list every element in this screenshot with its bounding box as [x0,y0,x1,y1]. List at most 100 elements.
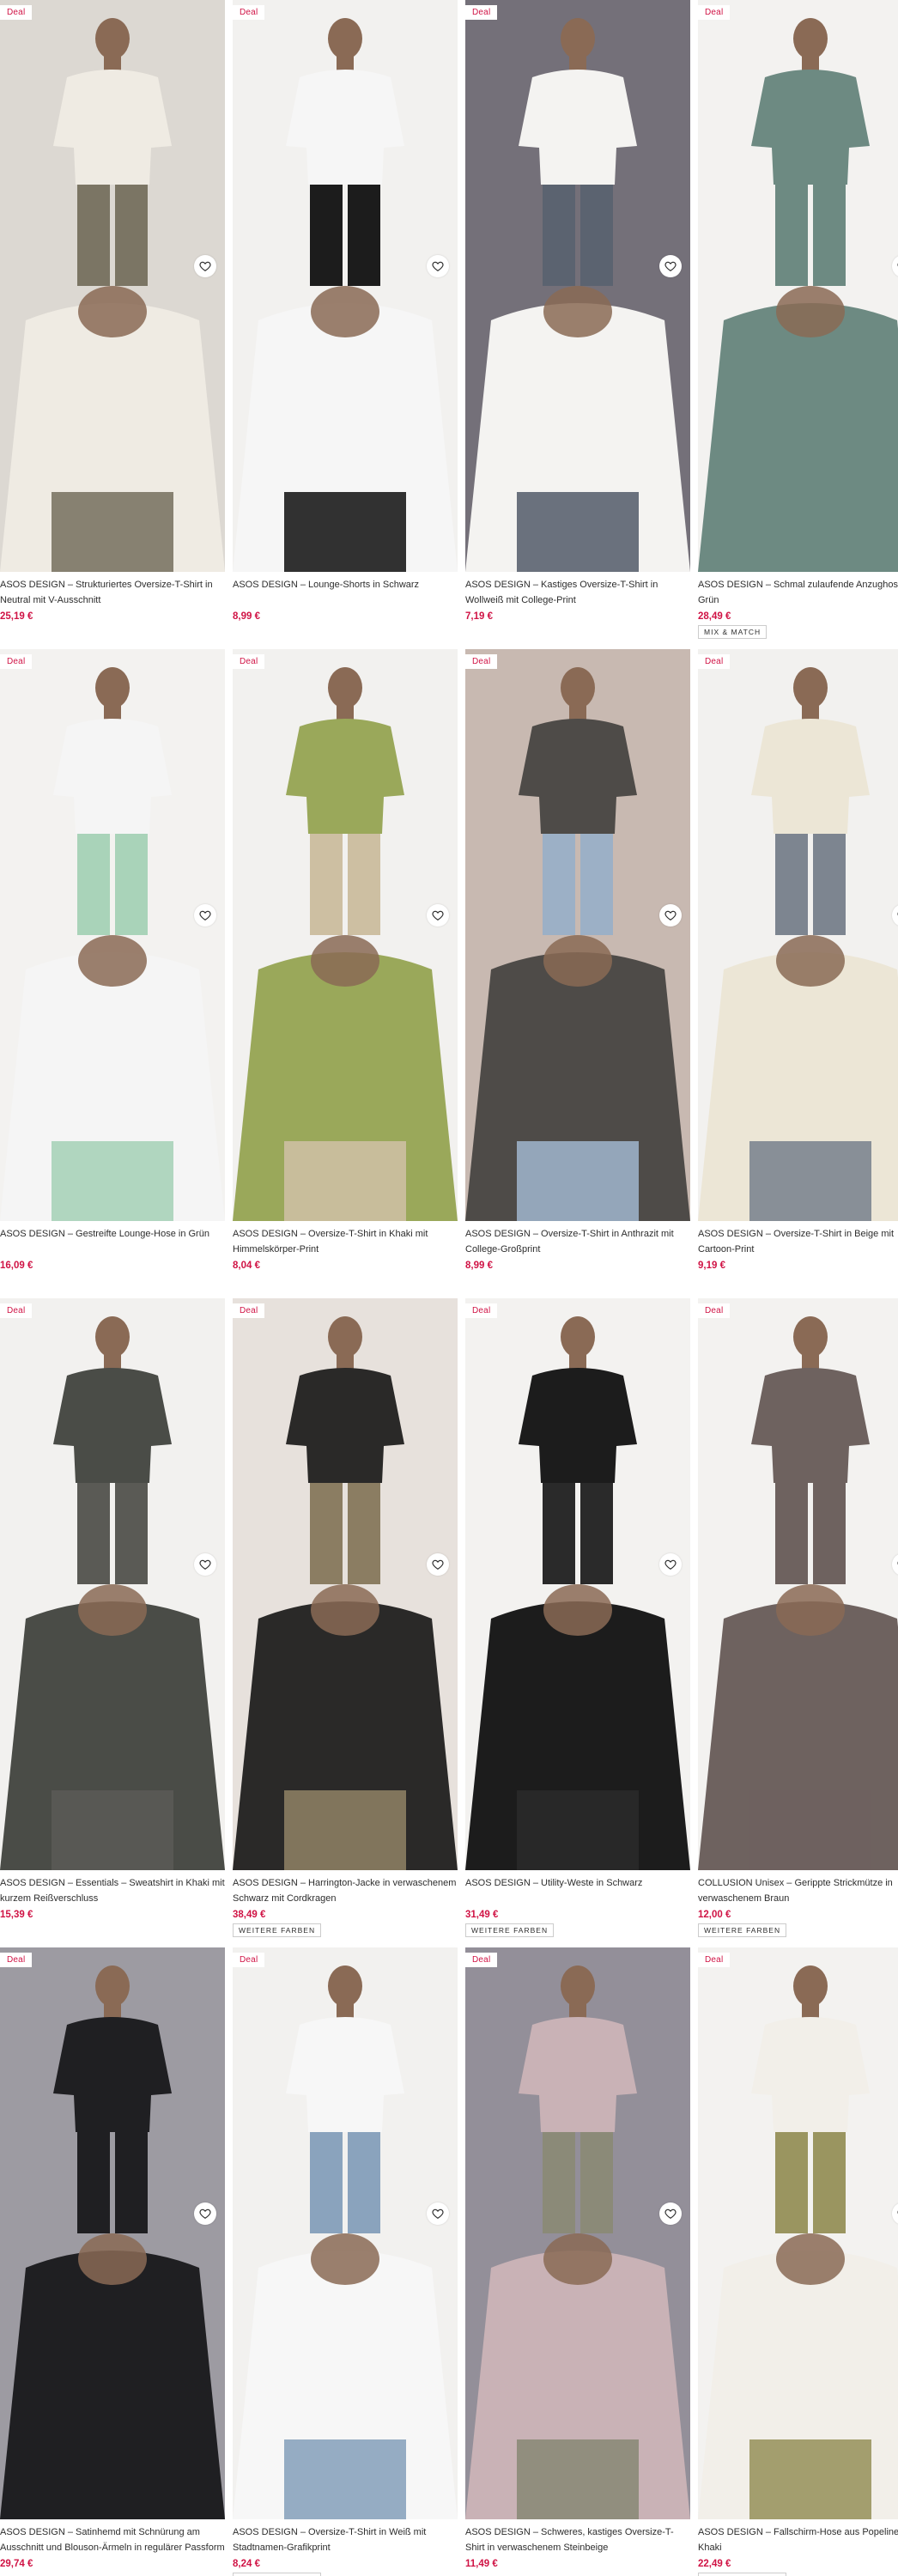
product-title[interactable]: ASOS DESIGN – Harrington-Jacke in verwas… [233,1875,458,1906]
product-price: 8,99 € [465,1261,493,1271]
product-info: ASOS DESIGN – Lounge-Shorts in Schwarz 8,… [233,577,458,622]
save-for-later-button[interactable] [194,1553,216,1576]
product-info: ASOS DESIGN – Schweres, kastiges Oversiz… [465,2524,690,2569]
product-price: 25,19 € [0,611,33,622]
product-title[interactable]: ASOS DESIGN – Oversize-T-Shirt in Anthra… [465,1226,690,1257]
deal-badge: Deal [0,1303,33,1318]
product-image-secondary[interactable] [233,935,458,1221]
deal-badge: Deal [698,1303,731,1318]
product-title[interactable]: ASOS DESIGN – Schmal zulaufende Anzughos… [698,577,898,608]
product-info: ASOS DESIGN – Utility-Weste in Schwarz 31… [465,1875,690,1937]
product-title[interactable]: ASOS DESIGN – Strukturiertes Oversize-T-… [0,577,225,608]
deal-badge: Deal [0,654,33,669]
product-image-primary[interactable]: Deal [0,0,225,286]
product-title[interactable]: ASOS DESIGN – Kastiges Oversize-T-Shirt … [465,577,690,608]
product-image-secondary[interactable] [233,2233,458,2519]
product-info: ASOS DESIGN – Satinhemd mit Schnürung am… [0,2524,225,2569]
product-tag[interactable]: WEITERE FARBEN [233,1923,322,1937]
product-image-secondary[interactable] [698,1584,898,1870]
save-for-later-button[interactable] [659,255,682,277]
deal-badge: Deal [698,1953,731,1967]
product-price: 12,00 € [698,1910,731,1920]
product-title[interactable]: COLLUSION Unisex – Gerippte Strickmütze … [698,1875,898,1906]
product-image-secondary[interactable] [465,2233,690,2519]
deal-badge: Deal [233,654,265,669]
product-image-primary[interactable]: Deal [233,1947,458,2233]
product-image-primary[interactable]: Deal [0,1947,225,2233]
product-image-secondary[interactable] [465,935,690,1221]
product-title[interactable]: ASOS DESIGN – Schweres, kastiges Oversiz… [465,2524,690,2555]
product-title[interactable]: ASOS DESIGN – Fallschirm-Hose aus Popeli… [698,2524,898,2555]
product-image-secondary[interactable] [233,286,458,572]
heart-icon [199,910,211,920]
product-image-primary[interactable]: Deal [698,0,898,286]
save-for-later-button[interactable] [427,2202,449,2225]
product-image-primary[interactable]: Deal [465,0,690,286]
product-image-primary[interactable]: Deal [0,1298,225,1584]
product-image-primary[interactable]: Deal [233,649,458,935]
save-for-later-button[interactable] [659,904,682,927]
product-image-secondary[interactable] [698,2233,898,2519]
product-title[interactable]: ASOS DESIGN – Satinhemd mit Schnürung am… [0,2524,225,2555]
product-title[interactable]: ASOS DESIGN – Oversize-T-Shirt in Weiß m… [233,2524,458,2555]
save-for-later-button[interactable] [427,255,449,277]
product-image-secondary[interactable] [465,286,690,572]
product-price: 7,19 € [465,611,493,622]
product-info: ASOS DESIGN – Oversize-T-Shirt in Beige … [698,1226,898,1271]
product-info: ASOS DESIGN – Oversize-T-Shirt in Weiß m… [233,2524,458,2576]
save-for-later-button[interactable] [427,904,449,927]
product-image-primary[interactable]: Deal [233,1298,458,1584]
product-price: 9,19 € [698,1261,725,1271]
deal-badge: Deal [233,1303,265,1318]
product-price: 22,49 € [698,2559,731,2569]
product-image-primary[interactable]: Deal [698,1947,898,2233]
product-image-primary[interactable]: Deal [465,1298,690,1584]
product-image-secondary[interactable] [698,935,898,1221]
save-for-later-button[interactable] [194,2202,216,2225]
product-title[interactable]: ASOS DESIGN – Lounge-Shorts in Schwarz [233,577,458,608]
product-price: 8,99 € [233,611,260,622]
heart-icon [432,261,444,271]
product-info: ASOS DESIGN – Kastiges Oversize-T-Shirt … [465,577,690,622]
product-title[interactable]: ASOS DESIGN – Utility-Weste in Schwarz [465,1875,690,1906]
product-tag[interactable]: MIX & MATCH [698,625,768,639]
heart-icon [432,910,444,920]
product-image-primary[interactable]: Deal [233,0,458,286]
product-tag[interactable]: WEITERE FARBEN [233,2573,322,2576]
product-info: ASOS DESIGN – Schmal zulaufende Anzughos… [698,577,898,639]
save-for-later-button[interactable] [427,1553,449,1576]
product-price: 15,39 € [0,1910,33,1920]
product-title[interactable]: ASOS DESIGN – Oversize-T-Shirt in Khaki … [233,1226,458,1257]
product-image-primary[interactable]: Deal [698,649,898,935]
product-image-secondary[interactable] [698,286,898,572]
product-tag[interactable]: WEITERE FARBEN [698,2573,787,2576]
product-info: ASOS DESIGN – Oversize-T-Shirt in Khaki … [233,1226,458,1271]
save-for-later-button[interactable] [194,904,216,927]
product-image-secondary[interactable] [465,1584,690,1870]
heart-icon [664,2208,677,2219]
deal-badge: Deal [0,5,33,20]
heart-icon [432,1559,444,1570]
deal-badge: Deal [465,5,498,20]
product-price: 11,49 € [465,2559,498,2569]
product-title[interactable]: ASOS DESIGN – Oversize-T-Shirt in Beige … [698,1226,898,1257]
heart-icon [664,1559,677,1570]
deal-badge: Deal [0,1953,33,1967]
product-image-primary[interactable]: Deal [465,1947,690,2233]
product-image-secondary[interactable] [0,1584,225,1870]
product-title[interactable]: ASOS DESIGN – Essentials – Sweatshirt in… [0,1875,225,1906]
product-image-primary[interactable]: Deal [0,649,225,935]
product-image-secondary[interactable] [0,935,225,1221]
product-title[interactable]: ASOS DESIGN – Gestreifte Lounge-Hose in … [0,1226,225,1257]
product-image-secondary[interactable] [0,2233,225,2519]
deal-badge: Deal [233,1953,265,1967]
product-tag[interactable]: WEITERE FARBEN [465,1923,555,1937]
product-image-primary[interactable]: Deal [465,649,690,935]
product-image-primary[interactable]: Deal [698,1298,898,1584]
product-tag[interactable]: WEITERE FARBEN [698,1923,787,1937]
product-image-secondary[interactable] [0,286,225,572]
save-for-later-button[interactable] [194,255,216,277]
save-for-later-button[interactable] [659,2202,682,2225]
save-for-later-button[interactable] [659,1553,682,1576]
product-image-secondary[interactable] [233,1584,458,1870]
